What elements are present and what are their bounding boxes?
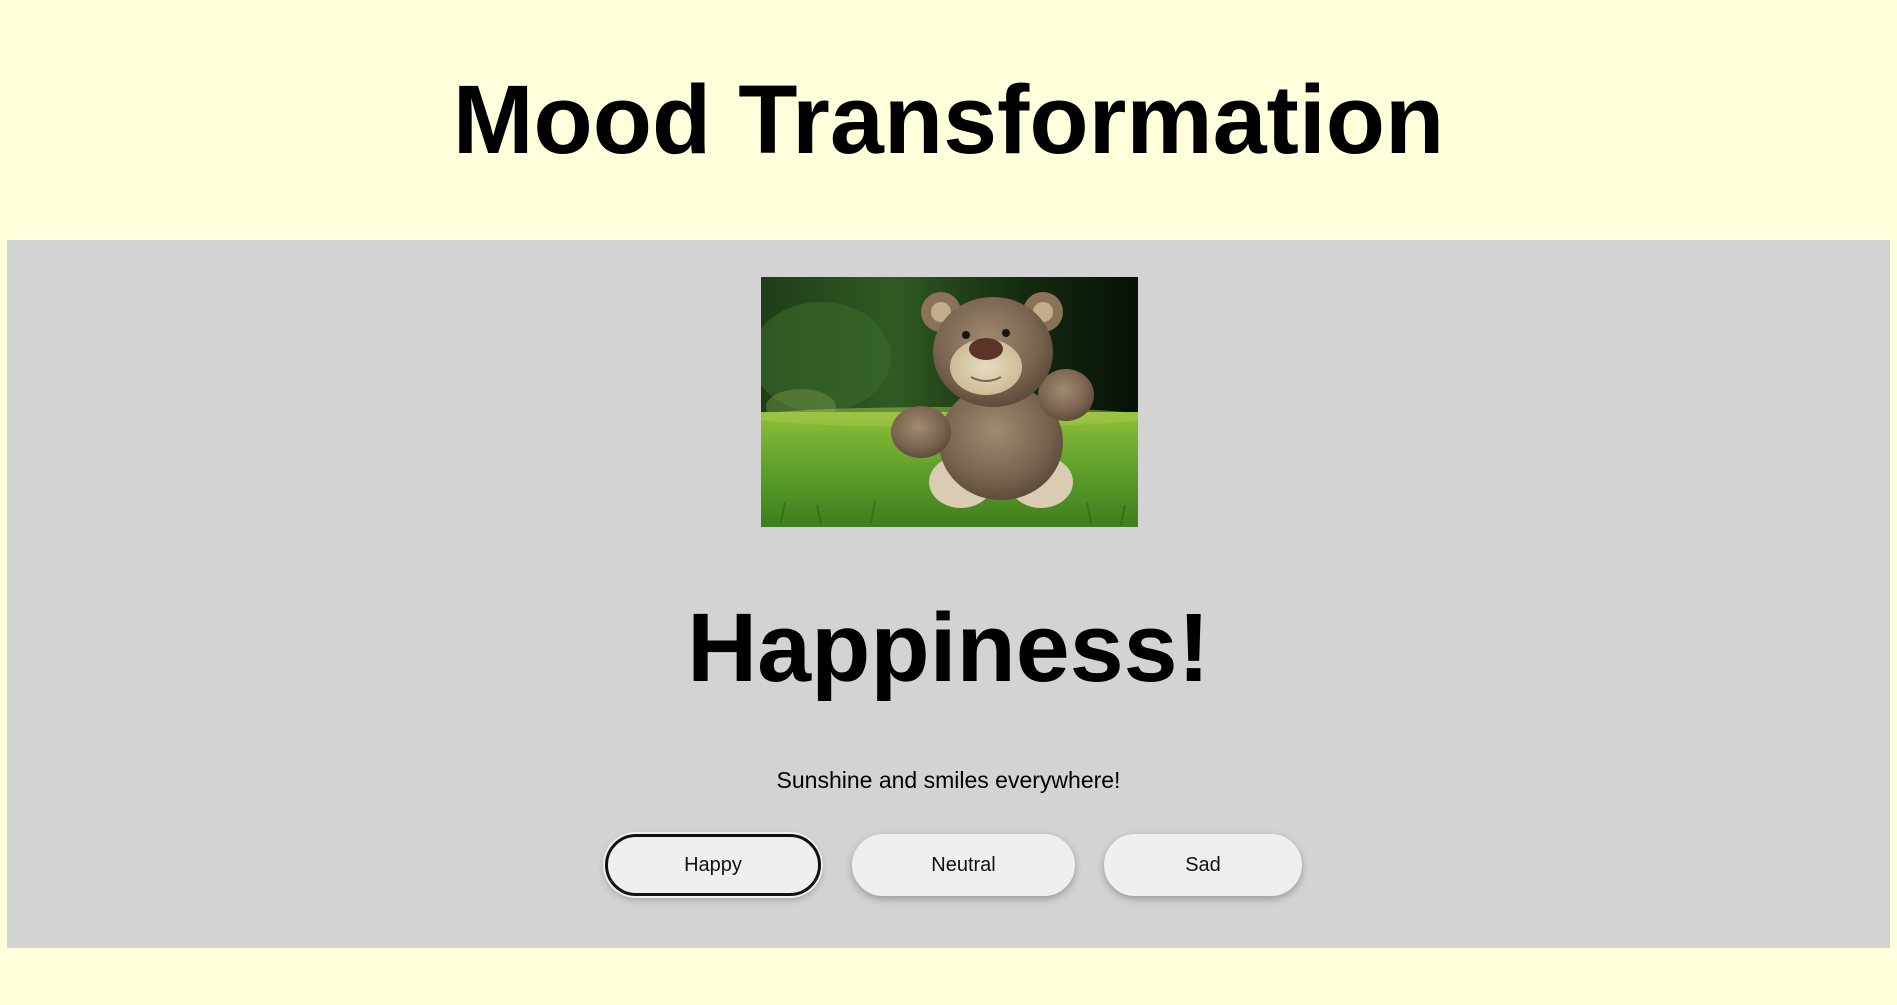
sad-button[interactable]: Sad	[1104, 834, 1302, 896]
mood-message: Sunshine and smiles everywhere!	[776, 767, 1121, 793]
neutral-button[interactable]: Neutral	[852, 834, 1075, 896]
happy-button[interactable]: Happy	[605, 834, 821, 896]
teddy-bear-image	[761, 277, 1138, 527]
mood-heading: Happiness!	[687, 593, 1210, 702]
page-title: Mood Transformation	[452, 65, 1445, 174]
mood-panel: Happiness! Sunshine and smiles everywher…	[7, 240, 1890, 948]
page: Mood Transformation Happiness! Sunshine …	[0, 0, 1897, 1005]
mood-button-group: Happy Neutral Sad	[7, 834, 1890, 898]
